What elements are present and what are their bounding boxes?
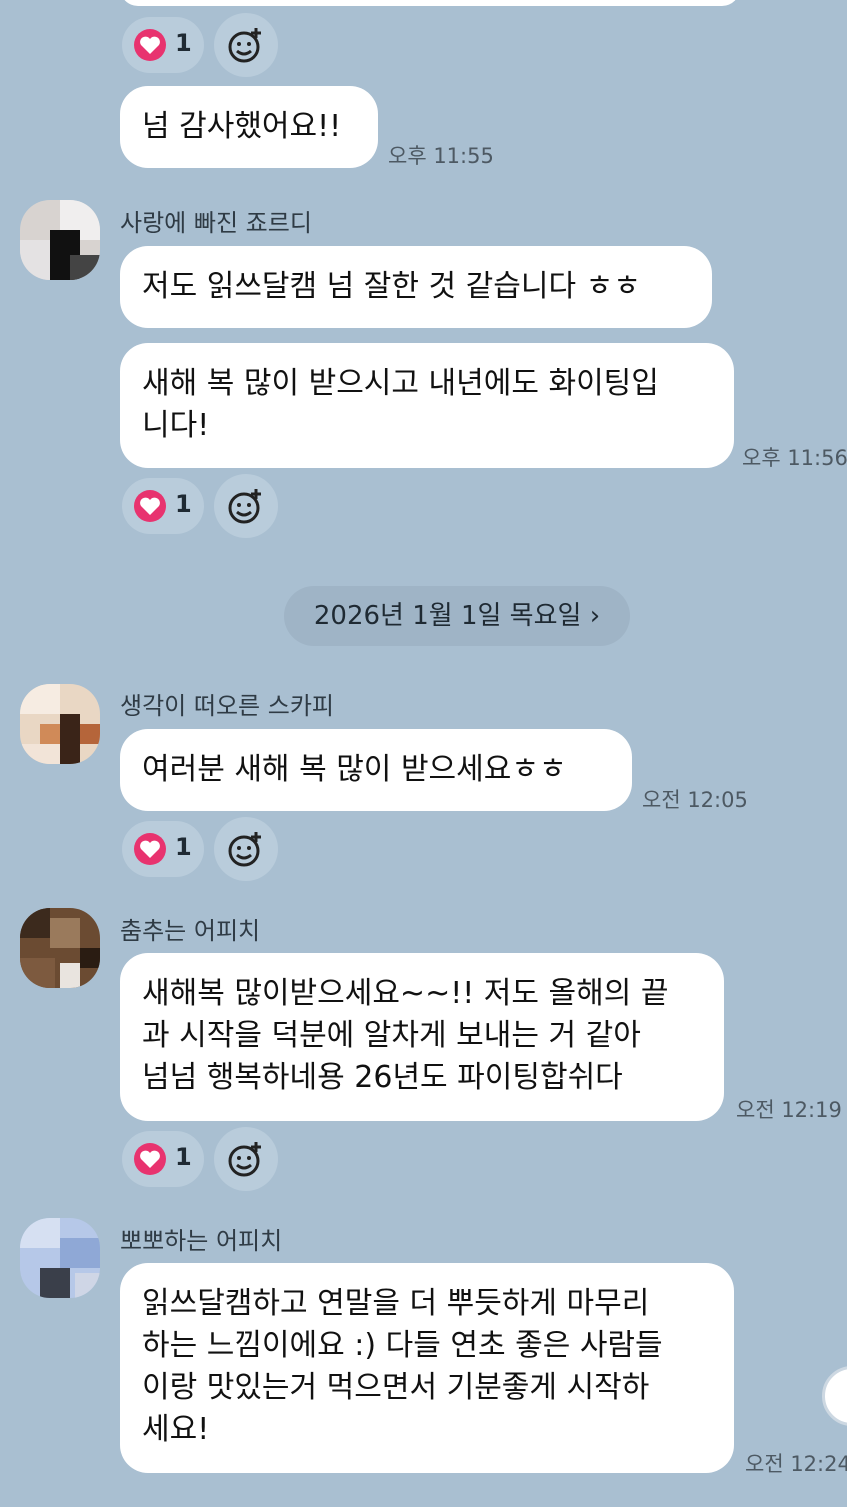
avatar[interactable] [20, 200, 100, 280]
message-text: 넘 감사했어요!! [142, 109, 342, 144]
like-reaction[interactable]: 1 [122, 478, 204, 534]
like-reaction[interactable]: 1 [122, 17, 204, 73]
like-count: 1 [175, 490, 192, 518]
floating-scroll-button[interactable] [822, 1366, 847, 1426]
message-text: 저도 읽쓰달캠 넘 잘한 것 같습니다 ㅎㅎ [142, 269, 641, 304]
message-bubble[interactable]: 저도 읽쓰달캠 넘 잘한 것 같습니다 ㅎㅎ [120, 246, 712, 328]
message-time: 오전 12:05 [642, 788, 748, 812]
add-reaction-button[interactable] [214, 1127, 278, 1191]
message-time: 오후 11:56 [742, 446, 847, 470]
message-time: 오후 11:55 [388, 144, 494, 168]
message-bubble[interactable]: 여러분 새해 복 많이 받으세요ㅎㅎ [120, 729, 632, 811]
sender-name: 뽀뽀하는 어피치 [120, 1227, 283, 1255]
message-bubble[interactable]: 새해복 많이받으세요~~!! 저도 올해의 끝 과 시작을 덕분에 알차게 보내… [120, 953, 724, 1121]
avatar[interactable] [20, 1218, 100, 1298]
heart-icon [134, 1143, 166, 1175]
add-emoji-icon [228, 489, 261, 524]
message-time: 오전 12:24 [745, 1452, 847, 1476]
like-count: 1 [175, 833, 192, 861]
previous-bubble-edge [120, 0, 740, 6]
message-time: 오전 12:19 [736, 1098, 842, 1122]
heart-icon [134, 29, 166, 61]
add-emoji-icon [228, 28, 261, 63]
avatar[interactable] [20, 908, 100, 988]
message-text: 새해 복 많이 받으시고 내년에도 화이팅입 니다! [142, 366, 659, 443]
add-reaction-button[interactable] [214, 817, 278, 881]
avatar[interactable] [20, 684, 100, 764]
add-reaction-button[interactable] [214, 474, 278, 538]
sender-name: 춤추는 어피치 [120, 917, 261, 945]
sender-name: 생각이 떠오른 스카피 [120, 692, 334, 720]
heart-icon [134, 490, 166, 522]
add-emoji-icon [228, 1142, 261, 1177]
like-reaction[interactable]: 1 [122, 1131, 204, 1187]
add-reaction-button[interactable] [214, 13, 278, 77]
message-bubble[interactable]: 새해 복 많이 받으시고 내년에도 화이팅입 니다! [120, 343, 734, 468]
message-text: 여러분 새해 복 많이 받으세요ㅎㅎ [142, 752, 567, 787]
message-bubble[interactable]: 읽쓰달캠하고 연말을 더 뿌듯하게 마무리 하는 느낌이에요 :) 다들 연초 … [120, 1263, 734, 1473]
heart-icon [134, 833, 166, 865]
message-bubble[interactable]: 넘 감사했어요!! [120, 86, 378, 168]
like-reaction[interactable]: 1 [122, 821, 204, 877]
like-count: 1 [175, 1143, 192, 1171]
sender-name: 사랑에 빠진 죠르디 [120, 209, 312, 237]
date-separator[interactable]: 2026년 1월 1일 목요일 › [284, 586, 630, 646]
message-text: 읽쓰달캠하고 연말을 더 뿌듯하게 마무리 하는 느낌이에요 :) 다들 연초 … [142, 1286, 663, 1447]
message-text: 새해복 많이받으세요~~!! 저도 올해의 끝 과 시작을 덕분에 알차게 보내… [142, 976, 669, 1095]
add-emoji-icon [228, 832, 261, 867]
like-count: 1 [175, 29, 192, 57]
